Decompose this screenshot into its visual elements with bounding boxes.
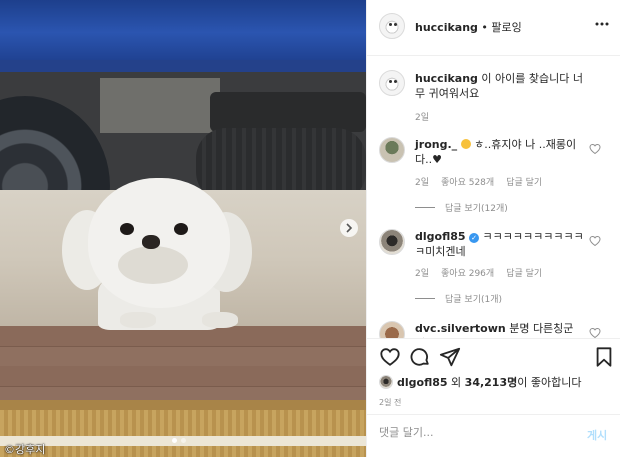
comment-username[interactable]: dvc.silvertown: [415, 322, 506, 335]
carousel-dot-active: [172, 438, 177, 443]
send-icon[interactable]: [439, 346, 461, 368]
post-sidebar: huccikang • 팔로잉 huccikang 이 아이를 찾습니다 너무 …: [366, 0, 620, 457]
post-header: huccikang • 팔로잉: [415, 21, 522, 34]
likes-summary: dlgofl85 외 34,213명이 좋아합니다: [379, 374, 581, 390]
author-avatar[interactable]: [379, 13, 405, 39]
chevron-right-icon: [346, 223, 353, 233]
comment: dvc.silvertown 분명 다른칭군데..: [415, 321, 587, 338]
comment-clip: dvc.silvertown 분명 다른칭군데..: [367, 318, 620, 338]
comment: dlgofl85 ✓ ㅋㅋㅋㅋㅋㅋㅋㅋㅋㅋㅋ미치겐네: [415, 229, 587, 259]
post-comment-button[interactable]: 게시: [587, 427, 607, 443]
view-replies-button[interactable]: 답글 보기(12개): [415, 201, 508, 214]
comment-like-heart-icon[interactable]: [589, 327, 601, 338]
heart-icon[interactable]: [379, 346, 401, 368]
comment-username[interactable]: jrong._: [415, 138, 457, 151]
commenter-avatar[interactable]: [379, 137, 405, 163]
comment-like-heart-icon[interactable]: [589, 143, 601, 155]
verified-badge-icon: ✓: [469, 233, 480, 243]
reply-button[interactable]: 답글 달기: [506, 175, 542, 188]
divider: [367, 55, 620, 56]
divider: [367, 338, 620, 339]
caption-meta: 2일: [415, 110, 429, 123]
caption-avatar[interactable]: [379, 70, 405, 96]
commenter-avatar[interactable]: [379, 229, 405, 255]
carousel-next-button[interactable]: [340, 219, 358, 237]
comment-input[interactable]: [379, 426, 569, 439]
comment: jrong._ ㅎ..휴지야 나 ..재롱이다..♥: [415, 137, 587, 167]
follow-status[interactable]: 팔로잉: [491, 21, 521, 34]
photo-watermark: ©강후지: [4, 443, 46, 456]
smile-emoji-icon: [460, 139, 471, 149]
comment-likes[interactable]: 좋아요 528개: [441, 175, 494, 188]
liker-avatar[interactable]: [379, 375, 393, 389]
comment-username[interactable]: dlgofl85: [415, 230, 466, 243]
comment-likes[interactable]: 좋아요 296개: [441, 266, 494, 279]
carousel-dots: [172, 438, 186, 443]
comment-meta: 2일 좋아요 296개 답글 달기: [415, 266, 542, 279]
action-bar: [379, 346, 615, 368]
carousel-dot: [181, 438, 186, 443]
author-username[interactable]: huccikang: [415, 21, 478, 34]
caption-username[interactable]: huccikang: [415, 72, 478, 85]
reply-button[interactable]: 답글 달기: [506, 266, 542, 279]
comment-icon[interactable]: [409, 346, 431, 368]
like-count[interactable]: 34,213명: [465, 376, 518, 389]
bookmark-icon[interactable]: [593, 346, 615, 368]
comment-meta: 2일 좋아요 528개 답글 달기: [415, 175, 542, 188]
commenter-avatar[interactable]: [379, 321, 405, 338]
comment-time[interactable]: 2일: [415, 266, 429, 279]
more-options-button[interactable]: [595, 14, 609, 30]
caption: huccikang 이 아이를 찾습니다 너무 귀여워서요: [415, 71, 587, 101]
liker-username[interactable]: dlgofl85: [397, 376, 448, 389]
comment-time[interactable]: 2일: [415, 175, 429, 188]
post-time[interactable]: 2일 전: [379, 397, 401, 408]
comment-like-heart-icon[interactable]: [589, 235, 601, 247]
caption-time[interactable]: 2일: [415, 110, 429, 123]
post-photo[interactable]: ©강후지: [0, 0, 366, 457]
view-replies-button[interactable]: 답글 보기(1개): [415, 292, 502, 305]
ellipsis-icon: [595, 22, 609, 26]
wooden-fence: [0, 326, 366, 410]
divider: [367, 414, 620, 415]
